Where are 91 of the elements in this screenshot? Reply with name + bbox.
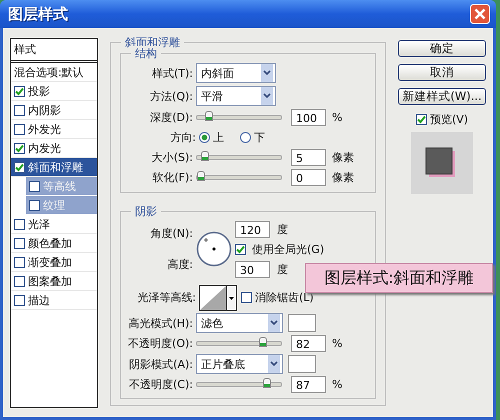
number-field[interactable]: 0	[291, 169, 326, 186]
unit-label: 像素	[332, 170, 354, 185]
number-field[interactable]: 82	[291, 335, 326, 352]
field-label: 阴影模式(A):	[128, 356, 194, 372]
number-field[interactable]: 100	[291, 109, 326, 126]
dialog-button[interactable]: 取消	[398, 64, 486, 81]
radio-option[interactable]: 上	[199, 130, 224, 145]
close-icon[interactable]	[470, 4, 490, 24]
field-label: 不透明度(C):	[128, 377, 194, 392]
field-label: 深度(D):	[149, 110, 194, 125]
checkbox[interactable]	[416, 114, 427, 125]
contour-picker[interactable]	[199, 284, 237, 310]
field-label: 方向:	[169, 130, 197, 145]
blending-options-item[interactable]: 混合选项:默认	[11, 63, 97, 82]
field-label: 角度(N):	[149, 226, 194, 241]
angle-dial[interactable]	[196, 231, 232, 267]
checkbox[interactable]	[29, 200, 40, 210]
dropdown[interactable]: 正片叠底	[196, 354, 283, 374]
effect-item[interactable]: 图案叠加	[11, 272, 97, 291]
checkbox-label: 消除锯齿(L)	[255, 290, 314, 305]
field-label: 不透明度(O):	[127, 336, 194, 351]
radio-button[interactable]	[199, 132, 210, 143]
unit-label: %	[332, 378, 342, 391]
dropdown[interactable]: 平滑	[196, 86, 276, 106]
group-title: 结构	[131, 46, 161, 61]
preview-swatch	[411, 132, 473, 194]
number-field[interactable]: 87	[291, 376, 326, 393]
checkbox-label: 预览(V)	[430, 112, 468, 127]
list-header: 样式	[11, 39, 97, 63]
dropdown[interactable]: 内斜面	[196, 63, 276, 83]
effect-item[interactable]: 内阴影	[11, 101, 97, 120]
slider-thumb[interactable]	[259, 337, 268, 347]
field-label: 软化(F):	[151, 170, 194, 185]
dialog-button[interactable]: 新建样式(W)...	[398, 88, 486, 105]
checkbox[interactable]	[29, 180, 40, 192]
field-label: 高度:	[166, 257, 194, 272]
caret-icon	[268, 355, 280, 373]
effect-item[interactable]: 描边	[11, 291, 97, 310]
field-label: 高光模式(H):	[127, 316, 194, 330]
color-swatch[interactable]	[288, 314, 316, 332]
unit-label: 像素	[332, 150, 354, 165]
slider-thumb[interactable]	[200, 151, 209, 161]
caret-icon	[261, 64, 273, 82]
field-label: 样式(T):	[150, 66, 194, 80]
field-label: 大小(S):	[150, 150, 194, 165]
null	[15, 144, 24, 152]
slider-thumb[interactable]	[197, 171, 205, 181]
radio-button[interactable]	[240, 132, 251, 143]
caption-label: 图层样式:斜面和浮雕	[305, 263, 493, 293]
dialog-button[interactable]: 确定	[398, 40, 486, 57]
unit-label: 度	[277, 262, 288, 276]
checkbox[interactable]	[14, 124, 25, 134]
unit-label: 度	[277, 222, 288, 236]
effect-item[interactable]: 投影	[11, 82, 97, 101]
checkbox[interactable]	[14, 218, 25, 230]
null	[15, 86, 24, 96]
effect-item[interactable]: 渐变叠加	[11, 253, 97, 272]
unit-label: %	[332, 337, 342, 350]
checkbox[interactable]	[235, 244, 246, 254]
slider-thumb[interactable]	[263, 378, 272, 388]
checkbox[interactable]	[14, 142, 25, 154]
checkbox[interactable]	[14, 104, 25, 116]
null	[15, 162, 24, 172]
window-title: 图层样式	[8, 4, 68, 24]
field-label: 方法(Q):	[149, 88, 194, 104]
null	[236, 244, 245, 254]
checkbox[interactable]	[14, 86, 25, 96]
number-field[interactable]: 5	[291, 149, 326, 166]
null	[416, 115, 426, 124]
checkbox[interactable]	[14, 162, 25, 172]
checkbox[interactable]	[14, 294, 25, 306]
checkbox[interactable]	[14, 276, 25, 286]
checkbox[interactable]	[14, 238, 25, 248]
group-title: 阴影	[131, 204, 161, 219]
effect-item[interactable]: 斜面和浮雕	[11, 158, 97, 177]
effect-item[interactable]: 外发光	[11, 120, 97, 139]
radio-option[interactable]: 下	[240, 130, 265, 145]
dropdown[interactable]: 滤色	[196, 313, 283, 333]
slider-thumb[interactable]	[204, 111, 213, 121]
checkbox[interactable]	[14, 256, 25, 268]
color-swatch[interactable]	[288, 355, 316, 373]
checkbox-label: 使用全局光(G)	[252, 242, 324, 256]
caret-icon	[268, 314, 280, 332]
number-field[interactable]: 30	[235, 260, 270, 278]
unit-label: %	[332, 111, 342, 124]
effect-item[interactable]: 颜色叠加	[11, 234, 97, 253]
field-label: 光泽等高线:	[136, 290, 197, 305]
effect-item[interactable]: 光泽	[11, 215, 97, 234]
checkbox[interactable]	[241, 292, 252, 303]
number-field[interactable]: 120	[235, 220, 270, 238]
caret-icon	[261, 87, 273, 105]
